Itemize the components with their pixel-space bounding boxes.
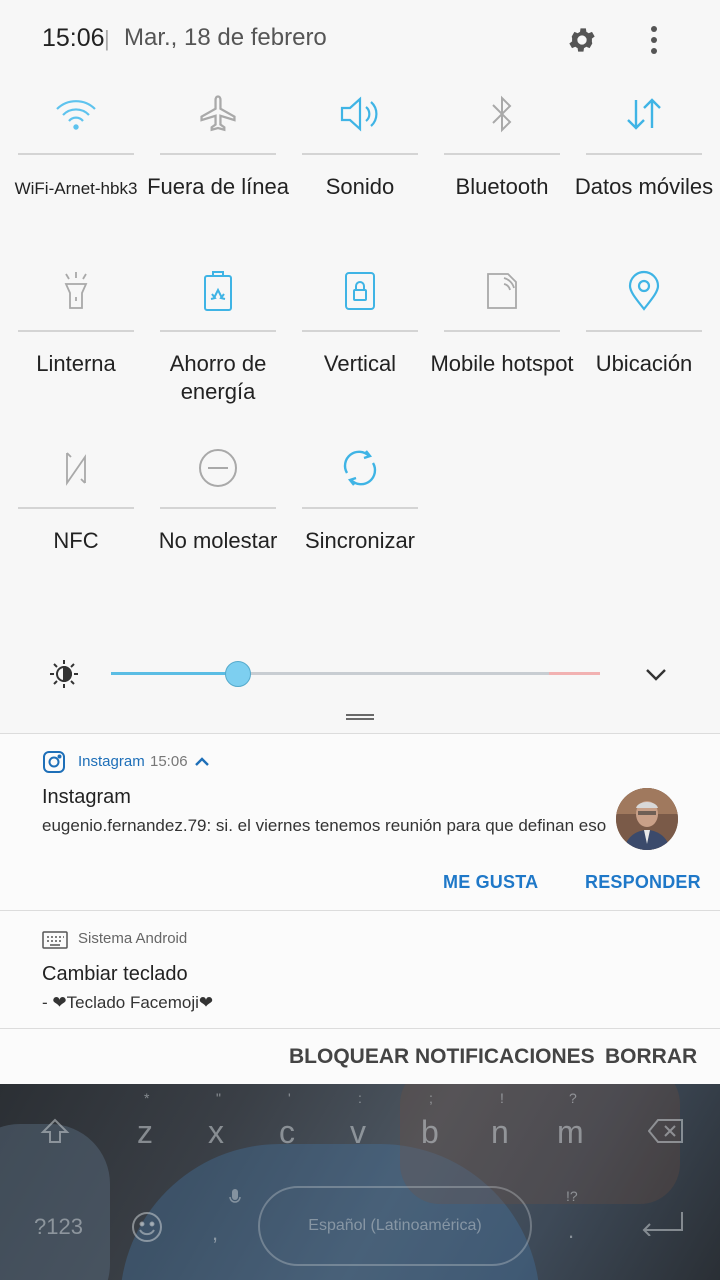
key-z[interactable]: z: [137, 1114, 153, 1151]
chevron-up-icon[interactable]: [192, 752, 212, 772]
location-pin-icon: [628, 270, 660, 311]
key-punctuation: !?: [566, 1188, 578, 1204]
tile-wifi[interactable]: WiFi-Arnet-hbk3: [15, 78, 137, 248]
settings-button[interactable]: [562, 20, 602, 60]
notification-title: Cambiar teclado: [42, 963, 188, 985]
key-c[interactable]: c: [279, 1114, 295, 1151]
key-v[interactable]: v: [350, 1114, 366, 1151]
tile-label: Ahorro de energía: [169, 351, 267, 404]
like-button[interactable]: ME GUSTA: [443, 872, 538, 893]
tile-sound[interactable]: Sonido: [302, 78, 418, 248]
brightness-icon: [50, 660, 78, 688]
shift-icon[interactable]: [40, 1116, 70, 1146]
tile-label: No molestar: [158, 528, 278, 553]
tile-label: Mobile hotspot: [430, 351, 574, 376]
separator: |: [104, 26, 110, 51]
tile-label: Datos móviles: [574, 174, 714, 199]
nfc-icon: [66, 452, 86, 486]
tile-mobile-data[interactable]: Datos móviles: [575, 78, 713, 248]
notification-app-name: Instagram: [78, 753, 145, 770]
tile-hotspot[interactable]: Mobile hotspot: [430, 255, 574, 425]
key-n[interactable]: n: [491, 1114, 509, 1151]
instagram-icon: [43, 751, 65, 773]
keyboard-background: * " ' : ; ! ? z x c v b n m ?123 , Españ…: [0, 1084, 720, 1280]
chevron-down-icon[interactable]: [640, 658, 672, 690]
tile-label: Ubicación: [595, 351, 693, 376]
more-options-button[interactable]: [634, 20, 674, 60]
key-comma[interactable]: ,: [212, 1220, 218, 1246]
hotspot-icon: [487, 273, 517, 309]
notification-app-name: Sistema Android: [78, 930, 188, 947]
key-b[interactable]: b: [421, 1114, 439, 1151]
microphone-icon: [229, 1189, 241, 1203]
notification-time: 15:06: [150, 753, 188, 770]
enter-icon[interactable]: [640, 1210, 686, 1236]
tile-label: Linterna: [36, 351, 116, 376]
reply-button[interactable]: RESPONDER: [585, 872, 701, 893]
tile-label: Sincronizar: [304, 528, 416, 553]
tile-sync[interactable]: Sincronizar: [302, 432, 418, 602]
clear-button[interactable]: BORRAR: [605, 1045, 697, 1069]
tile-flashlight[interactable]: Linterna: [18, 255, 134, 425]
block-notifications-button[interactable]: BLOQUEAR NOTIFICACIONES: [289, 1045, 595, 1069]
tile-do-not-disturb[interactable]: No molestar: [159, 432, 277, 602]
tile-label: NFC: [53, 528, 99, 553]
data-arrows-icon: [627, 98, 661, 130]
backspace-icon[interactable]: [648, 1118, 684, 1144]
key-symbol: :: [358, 1090, 362, 1106]
drag-handle-icon[interactable]: [345, 713, 375, 721]
tile-bluetooth[interactable]: Bluetooth: [444, 78, 560, 248]
flashlight-icon: [64, 272, 88, 309]
notification-text: - ❤Teclado Facemoji❤: [42, 993, 214, 1012]
key-period[interactable]: .: [568, 1218, 574, 1244]
tile-nfc[interactable]: NFC: [18, 432, 134, 602]
notification-instagram[interactable]: Instagram 15:06 Instagram eugenio.fernan…: [0, 733, 720, 911]
speaker-icon: [340, 96, 378, 132]
notification-text: eugenio.fernandez.79: si. el viernes ten…: [42, 816, 607, 835]
key-symbol: ': [288, 1090, 291, 1106]
date-label: Mar., 18 de febrero: [124, 24, 327, 51]
key-symbol: ;: [429, 1090, 433, 1106]
tile-label: Bluetooth: [455, 174, 549, 199]
notification-android-system[interactable]: Sistema Android Cambiar teclado - ❤Tecla…: [0, 910, 720, 1028]
brightness-warning-zone: [549, 672, 600, 675]
brightness-slider[interactable]: [111, 661, 600, 687]
key-numeric[interactable]: ?123: [34, 1214, 83, 1240]
space-key[interactable]: Español (Latinoamérica): [258, 1186, 532, 1266]
tile-label: Sonido: [325, 174, 395, 199]
tile-location[interactable]: Ubicación: [586, 255, 702, 425]
tile-rotation[interactable]: Vertical: [302, 255, 418, 425]
bluetooth-icon: [492, 95, 512, 133]
keyboard-icon: [42, 931, 68, 949]
rotation-lock-icon: [345, 272, 375, 310]
wifi-icon: [56, 100, 96, 130]
brightness-control: [0, 650, 720, 696]
key-symbol: *: [144, 1090, 150, 1106]
key-symbol: ?: [569, 1090, 577, 1106]
tile-airplane[interactable]: Fuera de línea: [147, 78, 289, 248]
emoji-icon[interactable]: [130, 1210, 164, 1244]
avatar: [616, 788, 678, 850]
sync-icon: [343, 450, 377, 486]
tile-label: WiFi-Arnet-hbk3: [14, 179, 138, 198]
key-x[interactable]: x: [208, 1114, 224, 1151]
gear-icon: [569, 28, 595, 52]
notification-title: Instagram: [42, 786, 131, 808]
tile-power-saving[interactable]: Ahorro de energía: [160, 255, 276, 425]
airplane-icon: [200, 95, 236, 132]
brightness-fill: [111, 672, 238, 675]
brightness-thumb[interactable]: [225, 661, 251, 687]
do-not-disturb-icon: [199, 449, 237, 487]
key-symbol: ": [216, 1090, 221, 1106]
more-vert-icon: [651, 26, 657, 54]
key-m[interactable]: m: [557, 1114, 584, 1151]
status-header: 15:06 | Mar., 18 de febrero: [0, 0, 720, 78]
key-symbol: !: [500, 1090, 504, 1106]
tile-label: Vertical: [323, 351, 397, 376]
clock: 15:06: [42, 24, 105, 52]
battery-saver-icon: [204, 271, 232, 311]
tile-label: Fuera de línea: [147, 174, 289, 199]
notification-actions-bar: BLOQUEAR NOTIFICACIONES BORRAR: [0, 1028, 720, 1084]
